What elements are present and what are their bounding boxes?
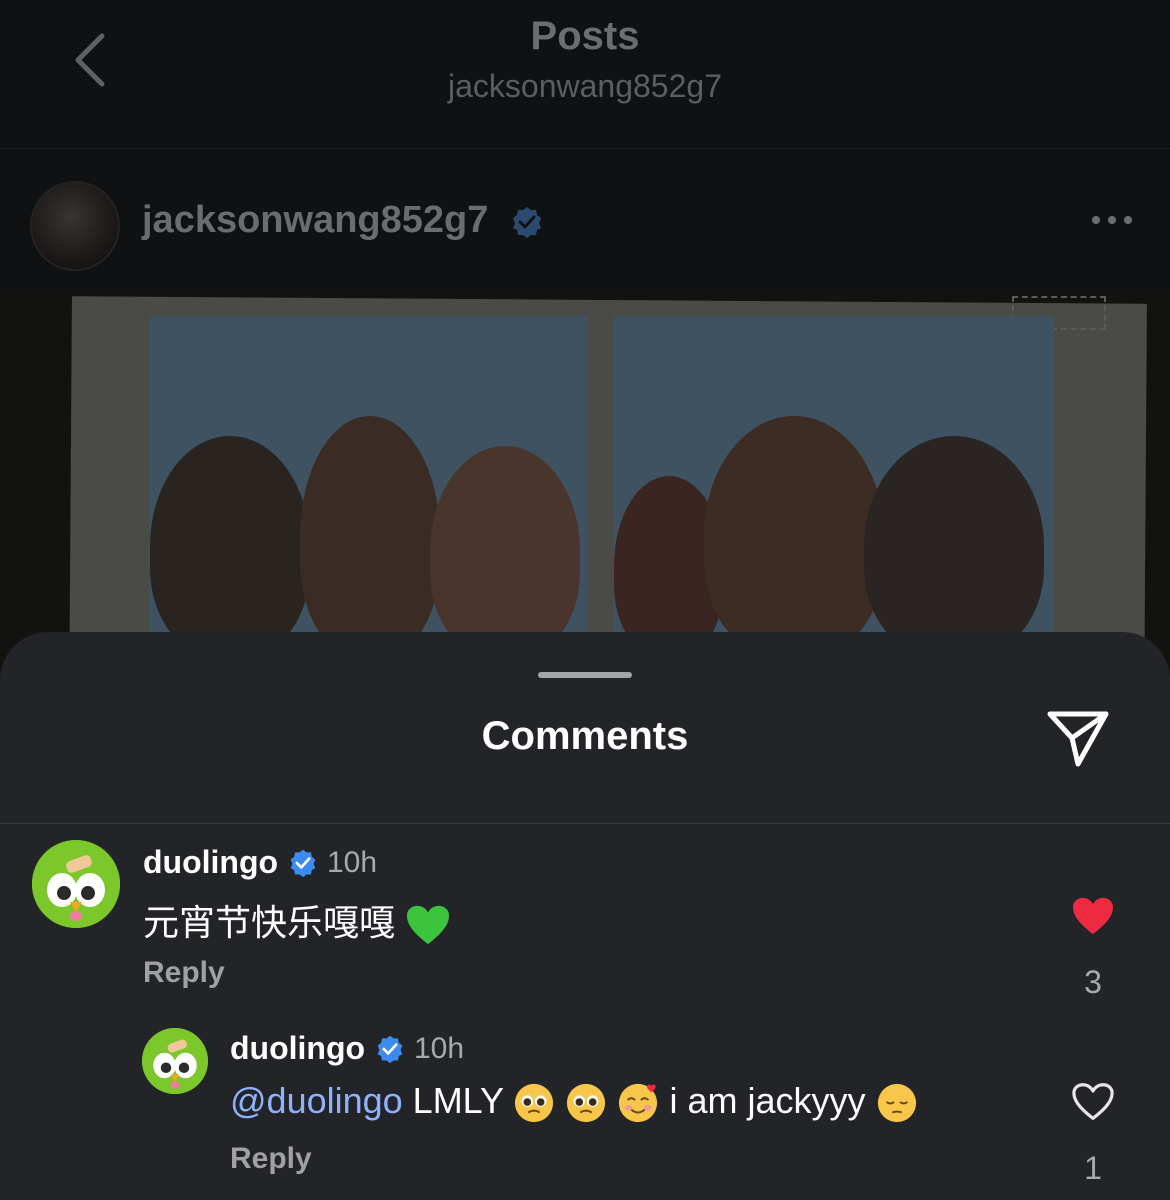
- heart-outline-icon[interactable]: [1070, 1082, 1116, 1122]
- top-nav-bar: Posts jacksonwang852g7: [0, 0, 1170, 149]
- sheet-divider: [0, 823, 1170, 824]
- comment-username[interactable]: duolingo: [143, 844, 278, 881]
- comment-text: 元宵节快乐嘎嘎: [143, 894, 451, 946]
- mention-link[interactable]: @duolingo: [230, 1080, 403, 1121]
- duolingo-avatar[interactable]: [32, 840, 120, 928]
- comment-body-tail: i am jackyyy: [659, 1080, 866, 1121]
- like-count: 3: [1084, 964, 1102, 1000]
- photo-frame-left: [150, 316, 588, 646]
- comment-time: 10h: [327, 846, 378, 879]
- post-author-avatar[interactable]: [30, 181, 120, 271]
- pleading-face-emoji-icon: [567, 1084, 606, 1123]
- like-count: 1: [1084, 1150, 1102, 1186]
- page-subtitle: jacksonwang852g7: [448, 68, 722, 104]
- photo-frame-right: [614, 316, 1054, 646]
- pensive-face-emoji-icon: [877, 1084, 916, 1123]
- comment-body: 元宵节快乐嘎嘎: [143, 902, 396, 943]
- pleading-face-emoji-icon: [515, 1084, 554, 1123]
- page-title: Posts: [530, 14, 640, 58]
- sheet-grabber[interactable]: [538, 672, 632, 678]
- verified-badge-icon: [513, 207, 541, 238]
- duolingo-owl-icon: [142, 1028, 208, 1094]
- smiling-face-hearts-emoji-icon: [619, 1084, 658, 1123]
- reply-button[interactable]: Reply: [230, 1142, 312, 1176]
- comment-body: LMLY: [402, 1080, 504, 1121]
- share-send-icon[interactable]: [1046, 708, 1110, 768]
- post-author-username[interactable]: jacksonwang852g7: [142, 199, 488, 242]
- duolingo-owl-icon: [32, 840, 120, 928]
- post-header: jacksonwang852g7: [0, 149, 1170, 295]
- verified-badge-icon: [290, 849, 316, 878]
- comments-title: Comments: [481, 714, 689, 758]
- heart-filled-icon[interactable]: [1070, 896, 1116, 936]
- comment-username[interactable]: duolingo: [230, 1030, 365, 1067]
- reply-button[interactable]: Reply: [143, 956, 225, 990]
- verified-badge-icon: [377, 1035, 403, 1064]
- comment-text: @duolingo LMLY i am jackyyy: [230, 1080, 918, 1124]
- green-heart-emoji-icon: [407, 906, 450, 945]
- comment-time: 10h: [414, 1032, 465, 1065]
- more-options-icon[interactable]: [1088, 205, 1136, 235]
- duolingo-avatar[interactable]: [142, 1028, 208, 1094]
